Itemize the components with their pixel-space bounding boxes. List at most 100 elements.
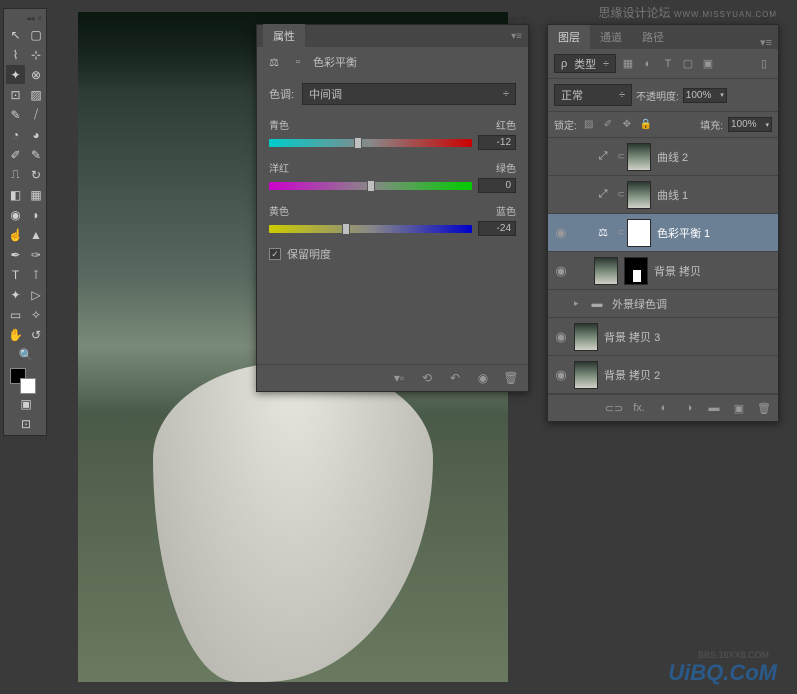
- layer-row[interactable]: ◉ ⚖ ⊂ 色彩平衡 1: [548, 214, 778, 252]
- smudge-tool-icon[interactable]: ☝: [6, 225, 25, 244]
- layers-panel-handle[interactable]: ◂◂×: [547, 12, 779, 24]
- layer-mask-thumb[interactable]: [627, 219, 651, 247]
- ruler-tool-icon[interactable]: ⧸: [27, 105, 46, 124]
- quickmask-tool-icon[interactable]: ▣: [6, 394, 46, 413]
- toggle-visibility-icon[interactable]: ◉: [474, 370, 492, 386]
- history-brush-tool-icon[interactable]: ↻: [27, 165, 46, 184]
- layer-thumb[interactable]: [574, 361, 598, 389]
- marquee-tool-icon[interactable]: ▢: [27, 25, 46, 44]
- custom-shape-tool-icon[interactable]: ✧: [27, 305, 46, 324]
- slider-thumb[interactable]: [342, 223, 350, 235]
- eraser-tool-icon[interactable]: ◧: [6, 185, 25, 204]
- zoom-tool-icon[interactable]: 🔍: [6, 345, 46, 364]
- layer-row[interactable]: ◉ 背景 拷贝: [548, 252, 778, 290]
- screenmode-tool-icon[interactable]: ⊡: [6, 414, 46, 433]
- preserve-luminosity-checkbox[interactable]: ✓: [269, 248, 281, 260]
- layer-name[interactable]: 背景 拷贝: [654, 263, 701, 279]
- layer-row[interactable]: ◉ 背景 拷贝 2: [548, 356, 778, 394]
- filter-toggle-icon[interactable]: ▯: [756, 56, 772, 72]
- reset-icon[interactable]: ↶: [446, 370, 464, 386]
- freeform-pen-tool-icon[interactable]: ✑: [27, 245, 46, 264]
- slider-thumb[interactable]: [354, 137, 362, 149]
- layer-row[interactable]: ⤢ ⊂ 曲线 2: [548, 138, 778, 176]
- stamp-tool-icon[interactable]: ⎍: [6, 165, 25, 184]
- visibility-toggle[interactable]: ◉: [548, 263, 574, 279]
- layer-thumb[interactable]: [574, 323, 598, 351]
- path-select-tool-icon[interactable]: ✦: [6, 285, 25, 304]
- patch-tool-icon[interactable]: ◕: [27, 125, 46, 144]
- properties-panel-handle[interactable]: ◂◂×: [256, 12, 529, 24]
- direct-select-tool-icon[interactable]: ▷: [27, 285, 46, 304]
- new-layer-icon[interactable]: ▣: [731, 400, 747, 416]
- filter-smart-icon[interactable]: ▣: [700, 56, 716, 72]
- rectangle-tool-icon[interactable]: ▭: [6, 305, 25, 324]
- pen-tool-icon[interactable]: ✒: [6, 245, 25, 264]
- new-group-icon[interactable]: ▬: [706, 400, 722, 416]
- layer-name[interactable]: 曲线 2: [657, 149, 688, 165]
- layer-fx-icon[interactable]: fx.: [631, 400, 647, 416]
- cyan-red-value[interactable]: -12: [478, 135, 516, 150]
- layer-filter-select[interactable]: ρ 类型 ÷: [554, 54, 616, 73]
- layer-name[interactable]: 外景绿色调: [612, 296, 667, 312]
- layer-name[interactable]: 色彩平衡 1: [657, 225, 710, 241]
- yellow-blue-value[interactable]: -24: [478, 221, 516, 236]
- heal-brush-tool-icon[interactable]: ◔: [6, 125, 25, 144]
- clip-to-layer-icon[interactable]: ▾▫: [390, 370, 408, 386]
- group-expand-icon[interactable]: ▸: [574, 298, 588, 309]
- delete-adj-icon[interactable]: 🗑: [502, 370, 520, 386]
- visibility-toggle[interactable]: ◉: [548, 367, 574, 383]
- visibility-toggle[interactable]: ◉: [548, 329, 574, 345]
- rotate-view-tool-icon[interactable]: ↺: [27, 325, 46, 344]
- toolbar-handle[interactable]: ◂◂×: [6, 11, 44, 25]
- eyedropper-tool-icon[interactable]: ✎: [6, 105, 25, 124]
- add-mask-icon[interactable]: ◐: [656, 400, 672, 416]
- wand-tool-icon[interactable]: ✦: [6, 65, 25, 84]
- type-tool-icon[interactable]: T: [6, 265, 25, 284]
- layer-row[interactable]: ⤢ ⊂ 曲线 1: [548, 176, 778, 214]
- layer-name[interactable]: 背景 拷贝 3: [604, 329, 660, 345]
- lock-transparent-icon[interactable]: ▨: [582, 118, 596, 132]
- paths-tab[interactable]: 路径: [632, 25, 674, 49]
- lasso-tool-icon[interactable]: ⌇: [6, 45, 25, 64]
- mask-thumb-icon[interactable]: ▫: [289, 53, 307, 71]
- cyan-red-slider[interactable]: [269, 139, 472, 147]
- lock-all-icon[interactable]: 🔒: [639, 118, 653, 132]
- layer-group-row[interactable]: ▸ ▬ 外景绿色调: [548, 290, 778, 318]
- view-previous-icon[interactable]: ⟲: [418, 370, 436, 386]
- filter-adj-icon[interactable]: ◐: [640, 56, 656, 72]
- delete-layer-icon[interactable]: 🗑: [756, 400, 772, 416]
- quick-select-tool-icon[interactable]: ⊹: [27, 45, 46, 64]
- filter-pixel-icon[interactable]: ▦: [620, 56, 636, 72]
- brush-tool-icon[interactable]: ✐: [6, 145, 25, 164]
- link-layers-icon[interactable]: ⊂⊃: [606, 400, 622, 416]
- slice-tool-icon[interactable]: ▨: [27, 85, 46, 104]
- layer-thumb[interactable]: [594, 257, 618, 285]
- fill-input[interactable]: 100%▾: [728, 117, 772, 132]
- new-adjustment-icon[interactable]: ◑: [681, 400, 697, 416]
- layer-mask-thumb[interactable]: [624, 257, 648, 285]
- layer-mask-thumb[interactable]: [627, 143, 651, 171]
- lock-pixels-icon[interactable]: ✐: [601, 118, 615, 132]
- lock-position-icon[interactable]: ✥: [620, 118, 634, 132]
- spot-heal-tool-icon[interactable]: ⊗: [27, 65, 46, 84]
- layers-tab[interactable]: 图层: [548, 25, 590, 49]
- hand-tool-icon[interactable]: ✋: [6, 325, 25, 344]
- dodge-tool-icon[interactable]: ◗: [27, 205, 46, 224]
- magenta-green-value[interactable]: 0: [478, 178, 516, 193]
- sharpen-tool-icon[interactable]: ▲: [27, 225, 46, 244]
- channels-tab[interactable]: 通道: [590, 25, 632, 49]
- layer-name[interactable]: 曲线 1: [657, 187, 688, 203]
- background-color-swatch[interactable]: [20, 378, 36, 394]
- vtype-tool-icon[interactable]: ⊺: [27, 265, 46, 284]
- slider-thumb[interactable]: [367, 180, 375, 192]
- gradient-tool-icon[interactable]: ▦: [27, 185, 46, 204]
- yellow-blue-slider[interactable]: [269, 225, 472, 233]
- layer-row[interactable]: ◉ 背景 拷贝 3: [548, 318, 778, 356]
- blur-tool-icon[interactable]: ◉: [6, 205, 25, 224]
- magenta-green-slider[interactable]: [269, 182, 472, 190]
- layer-name[interactable]: 背景 拷贝 2: [604, 367, 660, 383]
- blend-mode-select[interactable]: 正常÷: [554, 84, 632, 106]
- move-tool-icon[interactable]: ↖: [6, 25, 25, 44]
- visibility-toggle[interactable]: ◉: [548, 225, 574, 241]
- opacity-input[interactable]: 100%▾: [683, 88, 727, 103]
